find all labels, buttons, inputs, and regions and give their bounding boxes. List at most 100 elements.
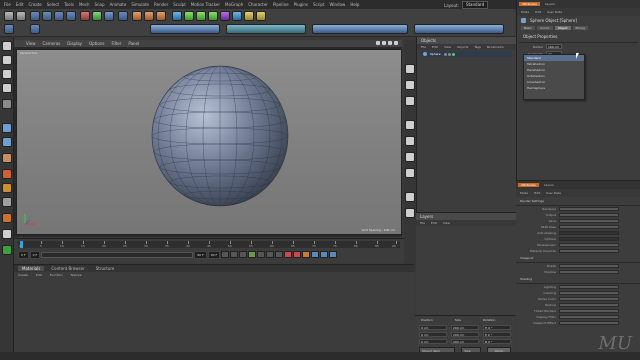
menu-simulate[interactable]: Simulate xyxy=(131,2,149,7)
menu-help[interactable]: Help xyxy=(350,2,359,7)
rotation-p-field[interactable]: P 0 ° xyxy=(483,332,511,337)
objects-menu-tags[interactable]: Tags xyxy=(474,45,481,49)
type-option-hemisphere[interactable]: Hemisphere xyxy=(524,85,584,91)
points-mode-icon[interactable] xyxy=(2,41,12,51)
render-view-icon[interactable] xyxy=(132,11,142,21)
scale-icon[interactable] xyxy=(54,11,64,21)
array-icon[interactable] xyxy=(208,11,218,21)
viewport-menu-options[interactable]: Options xyxy=(89,41,104,46)
scale-key-icon[interactable] xyxy=(320,251,329,258)
materials-menu-create[interactable]: Create xyxy=(18,273,28,277)
zoom-icon[interactable] xyxy=(382,41,386,45)
workplane-toolbar[interactable] xyxy=(414,24,504,34)
bevel-icon[interactable] xyxy=(405,152,415,162)
viewport-menu-filter[interactable]: Filter xyxy=(111,41,121,46)
setting-select[interactable] xyxy=(559,264,619,268)
mode-menu-user-data[interactable]: User Data xyxy=(547,10,562,14)
layers-menu-view[interactable]: View xyxy=(443,221,450,225)
enable-snap-icon[interactable] xyxy=(2,183,12,193)
axis-mode-icon[interactable] xyxy=(2,83,12,93)
visibility-dots[interactable] xyxy=(443,52,455,56)
setting-select[interactable] xyxy=(559,315,619,319)
setting-slider[interactable] xyxy=(559,237,619,241)
undo-icon[interactable] xyxy=(4,11,14,21)
materials-menu-edit[interactable]: Edit xyxy=(36,273,42,277)
objects-menu-view[interactable]: View xyxy=(444,45,451,49)
go-to-end-icon[interactable] xyxy=(275,251,284,258)
lower-menu-mode[interactable]: Mode xyxy=(520,191,528,195)
objects-menu-objects[interactable]: Objects xyxy=(457,45,468,49)
orbit-icon[interactable] xyxy=(388,41,392,45)
render-picture-viewer-icon[interactable] xyxy=(144,11,154,21)
select-icon[interactable] xyxy=(30,11,40,21)
bend-icon[interactable] xyxy=(405,64,415,74)
camera-icon[interactable] xyxy=(244,11,254,21)
position-y-field[interactable]: 0 cm xyxy=(419,332,447,337)
menu-select[interactable]: Select xyxy=(47,2,59,7)
setting-select[interactable] xyxy=(559,213,619,217)
setting-select[interactable] xyxy=(559,285,619,289)
move-icon[interactable] xyxy=(42,11,52,21)
viewport-menu-display[interactable]: Display xyxy=(67,41,82,46)
viewport-solo-icon[interactable] xyxy=(2,245,12,255)
snap-toolbar[interactable] xyxy=(150,24,220,34)
texture-mode-icon[interactable] xyxy=(2,123,12,133)
size-x-field[interactable]: 200 cm xyxy=(451,325,479,330)
lock-workplane-icon[interactable] xyxy=(2,197,12,207)
layout-select[interactable]: Standard xyxy=(461,1,489,9)
menu-snap[interactable]: Snap xyxy=(94,2,104,7)
model-mode-icon[interactable] xyxy=(30,24,40,34)
menu-script[interactable]: Script xyxy=(313,2,325,7)
materials-menu-texture[interactable]: Texture xyxy=(71,273,82,277)
tab-structure[interactable]: Structure xyxy=(92,266,119,271)
previous-frame-icon[interactable] xyxy=(239,251,248,258)
cube-icon[interactable] xyxy=(172,11,182,21)
deformer-icon[interactable] xyxy=(220,11,230,21)
sphere-object[interactable] xyxy=(17,50,399,232)
taper-icon[interactable] xyxy=(405,80,415,90)
menu-edit[interactable]: Edit xyxy=(16,2,24,7)
radius-field[interactable]: 100 cm xyxy=(546,44,562,49)
next-key-icon[interactable] xyxy=(266,251,275,258)
group-title[interactable]: Viewport xyxy=(516,254,640,263)
keyframe-selection-icon[interactable] xyxy=(302,251,311,258)
quantize-icon[interactable] xyxy=(2,213,12,223)
tab-materials[interactable]: Materials xyxy=(18,266,45,271)
loop-cut-icon[interactable] xyxy=(405,168,415,178)
objects-menu-bookmarks[interactable]: Bookmarks xyxy=(487,45,504,49)
tab-coord[interactable]: Coord. xyxy=(536,26,553,30)
maximize-icon[interactable] xyxy=(394,41,398,45)
menu-tools[interactable]: Tools xyxy=(64,2,74,7)
rotation-h-field[interactable]: H 0 ° xyxy=(483,325,511,330)
menu-sculpt[interactable]: Sculpt xyxy=(173,2,186,7)
mode-menu-edit[interactable]: Edit xyxy=(535,10,541,14)
go-to-start-icon[interactable] xyxy=(221,251,230,258)
rotation-key-icon[interactable] xyxy=(329,251,338,258)
setting-select[interactable] xyxy=(559,297,619,301)
menu-create[interactable]: Create xyxy=(28,2,41,7)
materials-menu-function[interactable]: Function xyxy=(50,273,63,277)
playhead[interactable] xyxy=(20,241,23,248)
knife-icon[interactable] xyxy=(405,120,415,130)
sculpt-icon[interactable] xyxy=(2,169,12,179)
end-frame-field[interactable]: 90 F xyxy=(194,250,207,259)
redo-icon[interactable] xyxy=(16,11,26,21)
setting-select[interactable] xyxy=(559,207,619,211)
menu-render[interactable]: Render xyxy=(154,2,168,7)
position-key-icon[interactable] xyxy=(311,251,320,258)
layers-menu-edit[interactable]: Edit xyxy=(431,221,437,225)
mesh-toolbar[interactable] xyxy=(226,24,306,34)
objects-menu-file[interactable]: File xyxy=(421,45,426,49)
mode-menu-mode[interactable]: Mode xyxy=(521,10,529,14)
setting-select[interactable] xyxy=(559,291,619,295)
rotate-icon[interactable] xyxy=(66,11,76,21)
autokey-icon[interactable] xyxy=(293,251,302,258)
z-axis-icon[interactable] xyxy=(104,11,114,21)
frame-range-slider[interactable] xyxy=(41,251,194,258)
subdivision-icon[interactable] xyxy=(196,11,206,21)
timeline-ruler[interactable]: 0 5 10 15 20 25 30 35 40 45 50 55 60 65 … xyxy=(18,241,400,248)
workplane-mode-icon[interactable] xyxy=(2,137,12,147)
tweak-mode-icon[interactable] xyxy=(2,99,12,109)
setting-select[interactable] xyxy=(559,249,619,253)
tab-phong[interactable]: Phong xyxy=(572,26,588,30)
